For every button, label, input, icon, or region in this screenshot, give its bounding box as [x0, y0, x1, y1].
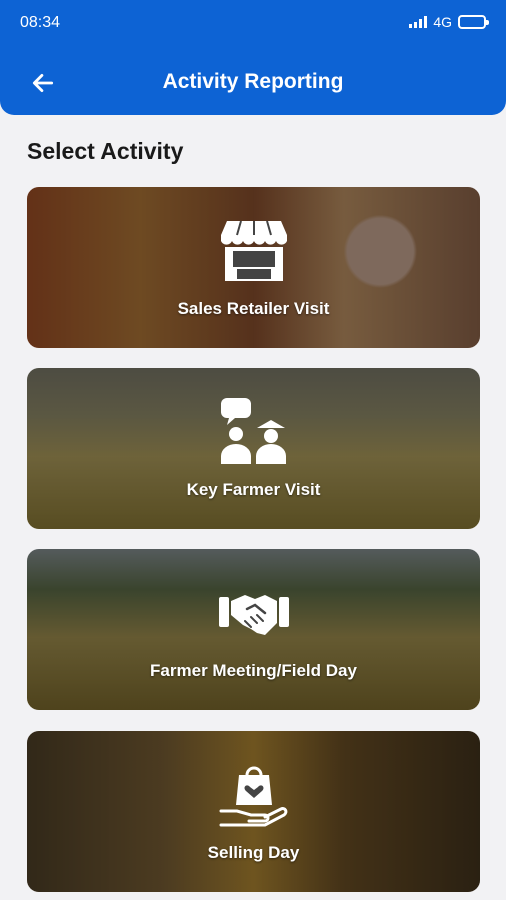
app-bar: 08:34 4G Activity Reporting: [0, 0, 506, 115]
activity-label: Farmer Meeting/Field Day: [150, 661, 357, 680]
network-type: 4G: [433, 14, 452, 30]
section-title: Select Activity: [27, 138, 184, 164]
storefront-icon: [220, 220, 287, 281]
page-title: Activity Reporting: [162, 70, 344, 93]
status-bar: 08:34 4G: [0, 0, 506, 46]
activity-card-selling-day[interactable]: Selling Day: [27, 731, 480, 892]
activity-card-key-farmer-visit[interactable]: Key Farmer Visit: [27, 368, 480, 529]
signal-icon: [409, 16, 428, 28]
farmer-conversation-icon: [220, 398, 286, 464]
activity-card-sales-retailer-visit[interactable]: Sales Retailer Visit: [27, 187, 480, 348]
battery-icon: [458, 15, 489, 29]
status-icons: 4G: [409, 14, 489, 30]
status-time: 08:34: [20, 14, 61, 31]
activity-label: Selling Day: [207, 843, 300, 862]
activity-card-farmer-meeting-field-day[interactable]: Farmer Meeting/Field Day: [27, 549, 480, 710]
activity-label: Key Farmer Visit: [186, 480, 321, 499]
shopping-bag-hand-icon: [219, 766, 287, 827]
activity-label: Sales Retailer Visit: [177, 299, 330, 318]
handshake-icon: [218, 595, 289, 635]
